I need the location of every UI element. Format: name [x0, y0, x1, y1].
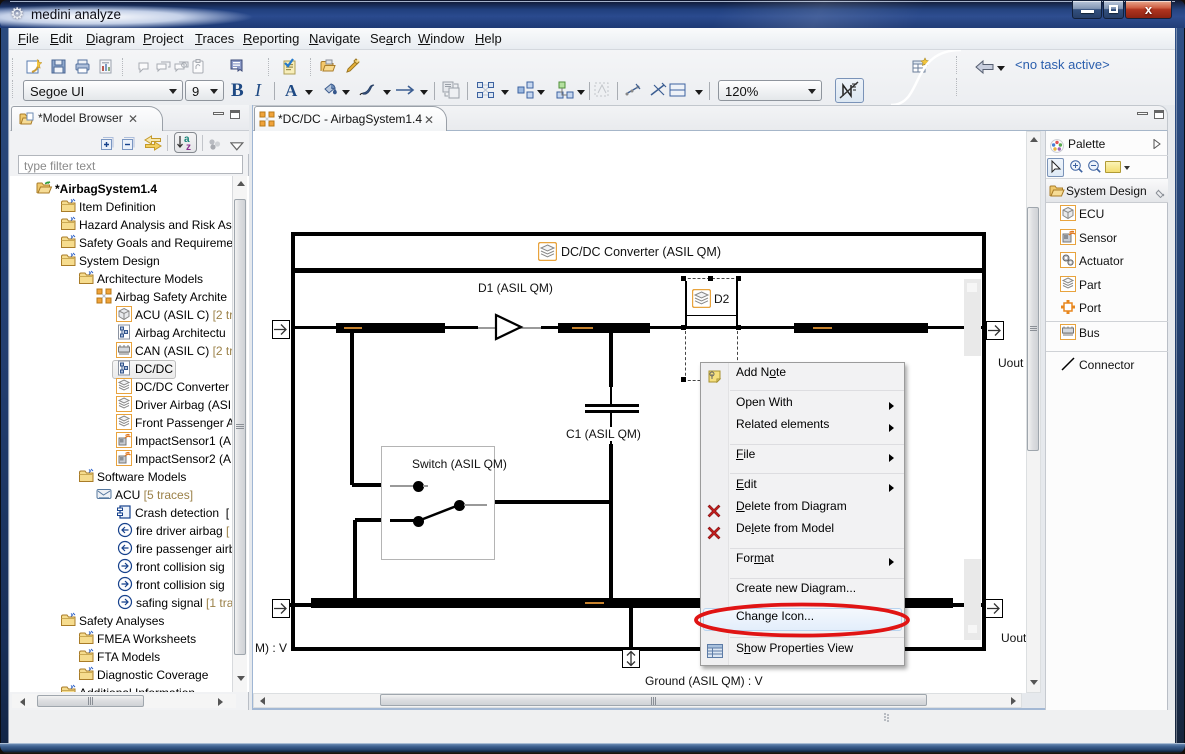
svg-text:z: z	[186, 142, 191, 152]
